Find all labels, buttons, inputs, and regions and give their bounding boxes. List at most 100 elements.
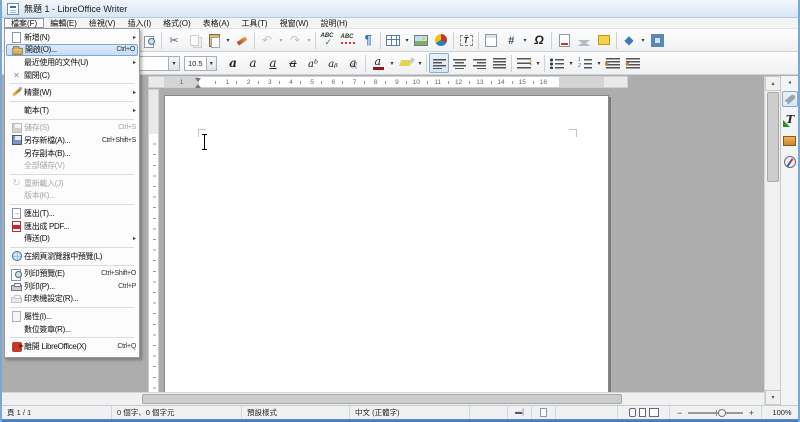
insert-comment-icon[interactable] (594, 30, 614, 50)
menu-item-save-a-copy[interactable]: 另存副本(B)... (6, 147, 138, 160)
insert-frame-icon[interactable] (481, 30, 501, 50)
menu-edit[interactable]: 編輯(E) (44, 18, 83, 28)
special-character-icon[interactable] (529, 30, 549, 50)
shadow-icon[interactable] (343, 53, 363, 73)
vertical-scroll-thumb[interactable] (767, 92, 779, 182)
line-spacing-icon[interactable] (514, 53, 534, 73)
menu-insert[interactable]: 插入(I) (122, 18, 158, 28)
horizontal-scroll-thumb[interactable] (142, 394, 622, 404)
text-language-cell[interactable]: 中文 (正體字) (350, 406, 470, 419)
selection-mode-cell[interactable]: ▬| (508, 406, 532, 419)
formatting-marks-icon[interactable] (358, 30, 378, 50)
sidebar-gallery-icon[interactable] (782, 133, 798, 149)
sidebar-navigator-icon[interactable] (782, 154, 798, 170)
insert-chart-icon[interactable] (431, 30, 451, 50)
menu-item-export[interactable]: 匯出(T)... (6, 207, 138, 220)
bold-icon[interactable] (223, 53, 243, 73)
menu-item-export-pdf[interactable]: 匯出成 PDF... (6, 220, 138, 233)
menu-item-new[interactable]: 新增(N) ▸ (6, 31, 138, 44)
single-page-view-icon[interactable] (628, 408, 636, 417)
document-modified-cell[interactable] (532, 406, 556, 419)
menu-help[interactable]: 說明(H) (314, 18, 353, 28)
page-number-cell[interactable]: 頁 1 / 1 (2, 406, 112, 419)
fields-dropdown[interactable] (521, 30, 529, 50)
sidebar-toggle-icon[interactable]: ◂ (786, 78, 794, 86)
vertical-scrollbar[interactable]: ▴ ▾ (764, 76, 781, 405)
insert-bookmark-icon[interactable] (574, 30, 594, 50)
sidebar-styles-icon[interactable] (782, 112, 798, 128)
redo-icon[interactable] (285, 30, 305, 50)
menu-item-templates[interactable]: 範本(T) ▸ (6, 104, 138, 117)
menu-window[interactable]: 視窗(W) (274, 18, 315, 28)
menu-tools[interactable]: 工具(T) (235, 18, 273, 28)
bullets-icon[interactable] (547, 53, 567, 73)
multi-page-view-icon[interactable] (638, 408, 646, 417)
title-bar[interactable]: 無題 1 - LibreOffice Writer (2, 0, 798, 18)
hyperlink-icon[interactable] (619, 30, 639, 50)
document-page[interactable] (164, 95, 609, 422)
italic-icon[interactable] (243, 53, 263, 73)
auto-spellcheck-icon[interactable] (338, 30, 358, 50)
horizontal-ruler[interactable]: 1 1 2 3 4 5 6 7 8 9 10 11 12 13 14 15 16 (148, 76, 628, 88)
superscript-icon[interactable] (303, 53, 323, 73)
menu-item-properties[interactable]: 屬性(I)... (6, 310, 138, 323)
highlighting-dropdown[interactable] (416, 53, 424, 73)
menu-item-save-as[interactable]: 另存新檔(A)... Ctrl+Shift+S (6, 134, 138, 147)
sidebar-properties-icon[interactable] (781, 91, 798, 107)
menu-item-open[interactable]: 開啟(O)... Ctrl+O (6, 43, 138, 57)
horizontal-scrollbar[interactable] (2, 392, 764, 405)
table-dropdown[interactable] (403, 30, 411, 50)
insert-table-icon[interactable] (383, 30, 403, 50)
decrease-indent-icon[interactable] (623, 53, 643, 73)
increase-indent-icon[interactable] (603, 53, 623, 73)
scroll-up-icon[interactable]: ▴ (765, 76, 781, 91)
undo-dropdown[interactable] (277, 30, 285, 50)
align-left-icon[interactable] (429, 53, 449, 73)
menu-file[interactable]: 檔案(F) (4, 18, 45, 28)
undo-icon[interactable] (257, 30, 277, 50)
text-box-icon[interactable] (456, 30, 476, 50)
insert-mode-cell[interactable] (470, 406, 508, 419)
copy-icon[interactable] (184, 30, 204, 50)
menu-item-send[interactable]: 傳送(D) ▸ (6, 232, 138, 245)
font-size-combo[interactable]: 10.5 ▾ (184, 55, 217, 71)
insert-footnote-icon[interactable] (554, 30, 574, 50)
menu-view[interactable]: 檢視(V) (83, 18, 122, 28)
menu-table[interactable]: 表格(A) (197, 18, 236, 28)
align-right-icon[interactable] (469, 53, 489, 73)
bullets-dropdown[interactable] (567, 53, 575, 73)
menu-item-recent-documents[interactable]: 最近使用的文件(U) ▸ (6, 56, 138, 69)
strikethrough-icon[interactable] (283, 53, 303, 73)
zoom-percent-cell[interactable]: 100% (762, 406, 798, 419)
zoom-in-icon[interactable]: + (747, 408, 756, 418)
font-name-dropdown[interactable]: ▾ (168, 56, 179, 70)
underline-icon[interactable] (263, 53, 283, 73)
numbering-dropdown[interactable] (595, 53, 603, 73)
cut-icon[interactable] (164, 30, 184, 50)
insert-fields-icon[interactable] (501, 30, 521, 50)
clone-formatting-icon[interactable] (232, 30, 252, 50)
align-center-icon[interactable] (449, 53, 469, 73)
menu-item-close[interactable]: 關閉(C) (6, 69, 138, 82)
highlighting-icon[interactable] (396, 53, 416, 73)
menu-item-exit[interactable]: 離開 LibreOffice(X) Ctrl+Q (6, 340, 138, 353)
navigator-icon[interactable] (647, 30, 667, 50)
spellcheck-icon[interactable] (318, 30, 338, 50)
page-style-cell[interactable]: 預設樣式 (242, 406, 350, 419)
paste-icon[interactable] (204, 30, 224, 50)
menu-item-wizards[interactable]: 精靈(W) ▸ (6, 86, 138, 99)
line-spacing-dropdown[interactable] (534, 53, 542, 73)
zoom-slider[interactable] (688, 408, 743, 417)
menu-item-printer-settings[interactable]: 印表機設定(R)... (6, 293, 138, 306)
scroll-down-icon[interactable]: ▾ (765, 390, 781, 405)
word-count-cell[interactable]: 0 個字、0 個字元 (112, 406, 242, 419)
justify-icon[interactable] (489, 53, 509, 73)
print-preview-icon[interactable] (139, 30, 159, 50)
numbering-icon[interactable] (575, 53, 595, 73)
redo-dropdown[interactable] (305, 30, 313, 50)
font-color-dropdown[interactable] (388, 53, 396, 73)
zoom-slider-knob[interactable] (718, 408, 727, 417)
menu-format[interactable]: 格式(O) (157, 18, 197, 28)
insert-image-icon[interactable] (411, 30, 431, 50)
menu-item-print[interactable]: 列印(P)... Ctrl+P (6, 280, 138, 293)
